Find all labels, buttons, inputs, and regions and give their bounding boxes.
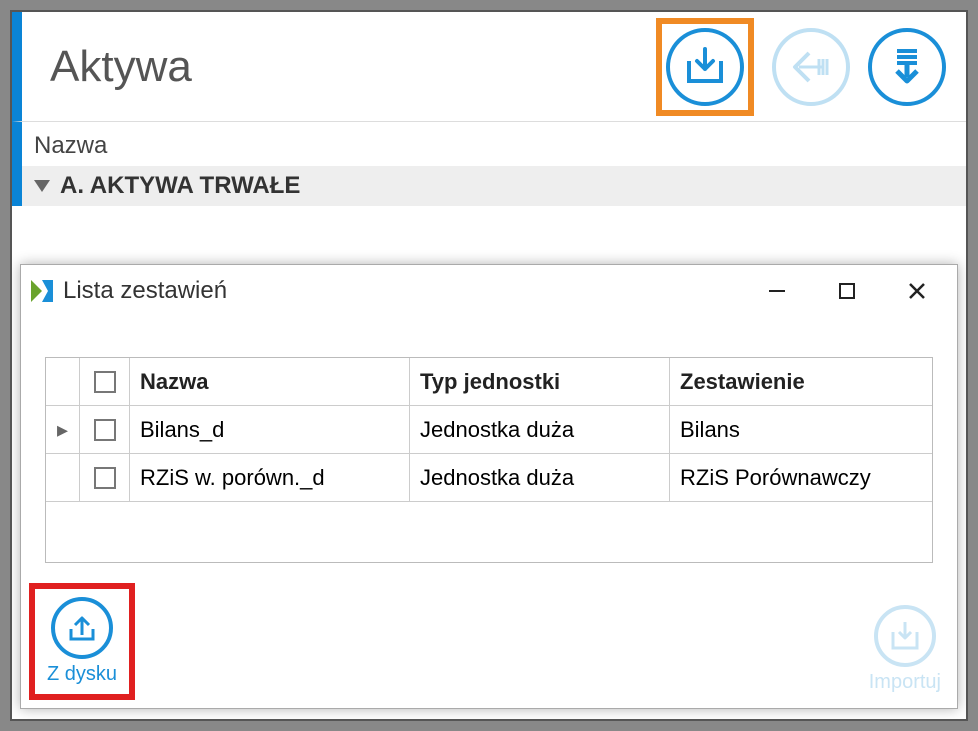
close-icon (907, 281, 927, 301)
maximize-button[interactable] (817, 271, 877, 311)
import-icon (683, 47, 727, 87)
cell-type: Jednostka duża (410, 454, 670, 501)
dialog-titlebar: Lista zestawień (21, 265, 957, 317)
table-row[interactable]: RZiS w. porówn._d Jednostka duża RZiS Po… (46, 454, 932, 502)
select-all-cell[interactable] (80, 358, 130, 405)
cell-name: RZiS w. porówn._d (130, 454, 410, 501)
import-button[interactable] (666, 28, 744, 106)
upload-icon (51, 597, 113, 659)
col-header-type[interactable]: Typ jednostki (410, 358, 670, 405)
row-select-cell[interactable] (80, 406, 130, 453)
download-all-button[interactable] (868, 28, 946, 106)
cell-set: RZiS Porównawczy (670, 454, 932, 501)
back-arrow-icon (789, 47, 833, 87)
table-row[interactable]: ▸ Bilans_d Jednostka duża Bilans (46, 406, 932, 454)
group-row[interactable]: A. AKTYWA TRWAŁE (22, 166, 966, 206)
from-disk-label: Z dysku (47, 663, 117, 686)
from-disk-highlight: Z dysku (29, 583, 135, 700)
import-label: Importuj (869, 671, 941, 694)
header-toolbar (656, 18, 946, 116)
row-marker-header (46, 358, 80, 405)
minimize-icon (767, 281, 787, 301)
cell-type: Jednostka duża (410, 406, 670, 453)
select-all-checkbox[interactable] (94, 371, 116, 393)
cell-name: Bilans_d (130, 406, 410, 453)
col-header-name[interactable]: Nazwa (130, 358, 410, 405)
cell-set: Bilans (670, 406, 932, 453)
row-select-cell[interactable] (80, 454, 130, 501)
row-marker (46, 454, 80, 501)
current-row-marker: ▸ (46, 406, 80, 453)
dialog-table: Nazwa Typ jednostki Zestawienie ▸ Bilans… (45, 357, 933, 563)
row-checkbox[interactable] (94, 419, 116, 441)
back-button (772, 28, 850, 106)
page-title: Aktywa (50, 42, 656, 92)
download-stack-icon (887, 45, 927, 89)
dialog-footer: Z dysku Importuj (29, 583, 949, 700)
maximize-icon (838, 282, 856, 300)
table-empty-area (46, 502, 932, 562)
main-content: Nazwa A. AKTYWA TRWAŁE (12, 122, 966, 206)
close-button[interactable] (887, 271, 947, 311)
import-dialog-button: Importuj (861, 599, 949, 700)
main-window: Aktywa (10, 10, 968, 721)
list-dialog: Lista zestawień Nazwa Typ jednostki Zest… (20, 264, 958, 709)
minimize-button[interactable] (747, 271, 807, 311)
col-header-set[interactable]: Zestawienie (670, 358, 932, 405)
import-icon (874, 605, 936, 667)
collapse-icon[interactable] (34, 180, 50, 192)
app-icon (31, 280, 53, 302)
import-button-highlight (656, 18, 754, 116)
column-header-name: Nazwa (22, 122, 966, 166)
row-checkbox[interactable] (94, 467, 116, 489)
dialog-title: Lista zestawień (63, 277, 737, 305)
from-disk-button[interactable]: Z dysku (39, 591, 125, 692)
main-header: Aktywa (12, 12, 966, 122)
table-header-row: Nazwa Typ jednostki Zestawienie (46, 358, 932, 406)
group-row-label: A. AKTYWA TRWAŁE (60, 172, 300, 200)
